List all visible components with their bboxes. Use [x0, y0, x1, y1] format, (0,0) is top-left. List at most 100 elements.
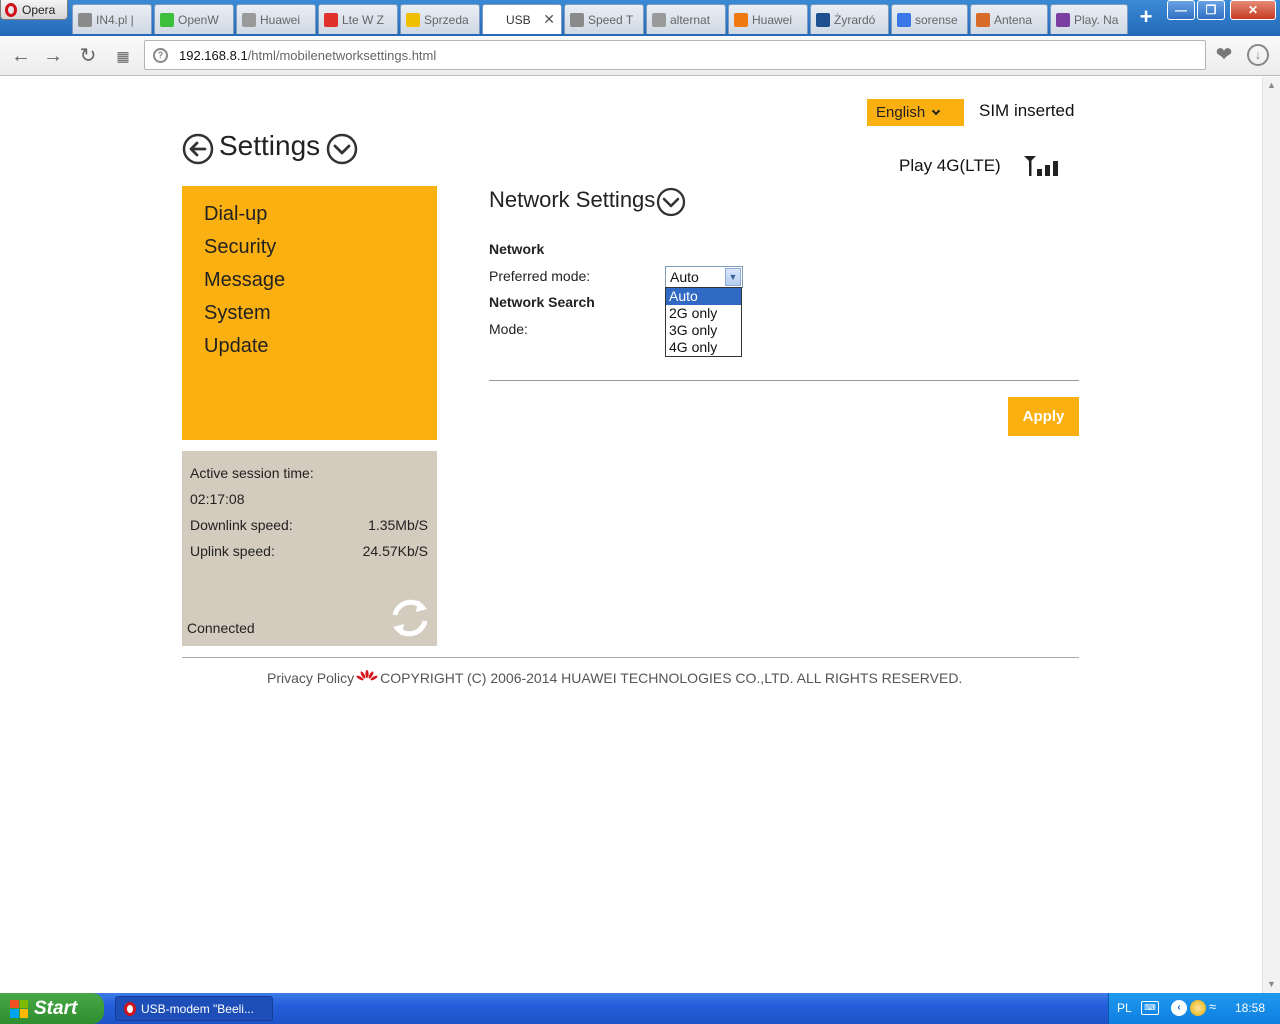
back-arrow-icon[interactable]: ← [8, 43, 34, 69]
option-auto[interactable]: Auto [666, 288, 741, 305]
preferred-mode-options: Auto 2G only 3G only 4G only [665, 287, 742, 357]
browser-tab[interactable]: Play. Na [1050, 4, 1128, 34]
stash-heart-icon[interactable]: ❤ [1212, 43, 1236, 67]
apply-button[interactable]: Apply [1008, 397, 1079, 436]
tab-favicon-icon [734, 12, 748, 27]
sidebar-item-system[interactable]: System [204, 302, 271, 325]
huawei-logo-icon [356, 670, 378, 681]
new-tab-plus-icon[interactable]: + [1134, 6, 1158, 30]
browser-tab[interactable]: Antena [970, 4, 1048, 34]
tray-expand-icon[interactable]: ‹ [1171, 1000, 1187, 1016]
privacy-policy-link[interactable]: Privacy Policy [267, 670, 354, 686]
tab-label: Speed T [588, 12, 634, 27]
language-selector[interactable]: English [867, 99, 964, 126]
sidebar-item-security[interactable]: Security [204, 236, 276, 259]
dropdown-arrow-icon[interactable]: ▼ [725, 268, 741, 286]
tab-label: Antena [994, 12, 1033, 27]
footer-divider [182, 657, 1079, 658]
scroll-up-icon[interactable]: ▲ [1263, 77, 1280, 94]
network-heading: Network [489, 241, 545, 257]
tab-favicon-icon [897, 12, 911, 27]
input-language[interactable]: PL [1117, 1001, 1132, 1015]
downlink-value: 1.35Mb/S [368, 517, 428, 533]
signal-strength-icon [1024, 156, 1058, 176]
speed-dial-grid-icon[interactable]: ▦ [110, 43, 136, 69]
tab-label: USB [506, 12, 531, 27]
sidebar-item-dial-up[interactable]: Dial-up [204, 203, 267, 226]
connect-refresh-icon[interactable] [387, 595, 433, 641]
browser-tab[interactable]: Huawei [728, 4, 808, 34]
tab-label: Sprzeda [424, 12, 469, 27]
windows-flag-icon [10, 999, 28, 1018]
browser-tab[interactable]: Speed T [564, 4, 644, 34]
address-toolbar: ← → ↻ ▦ ? 192.168.8.1/html/mobilenetwork… [0, 36, 1280, 76]
browser-tab-bar: Opera IN4.pl | OpenW Huawei Lte W Z Sprzeda U… [0, 0, 1280, 36]
tray-app-icon[interactable] [1190, 1000, 1206, 1016]
reload-icon[interactable]: ↻ [75, 43, 101, 69]
windows-taskbar: Start USB-modem "Beeli... PL ⌨ ‹ ≈ 18:58 [0, 993, 1280, 1024]
tab-favicon-icon [406, 12, 420, 27]
option-4g-only[interactable]: 4G only [666, 339, 741, 356]
tab-favicon-icon [488, 12, 502, 27]
minimize-window-icon[interactable]: — [1167, 0, 1195, 20]
tab-label: Huawei [260, 12, 301, 27]
browser-tab[interactable]: sorense [891, 4, 968, 34]
tab-favicon-icon [570, 12, 584, 27]
browser-tab[interactable]: Huawei [236, 4, 316, 34]
scroll-down-icon[interactable]: ▼ [1263, 976, 1280, 993]
browser-tab[interactable]: USB ✕ [482, 4, 562, 34]
preferred-mode-select[interactable]: Auto ▼ [665, 266, 743, 288]
keyboard-icon[interactable]: ⌨ [1141, 1001, 1159, 1015]
downlink-label: Downlink speed: [190, 517, 293, 533]
form-divider [489, 380, 1079, 381]
start-button[interactable]: Start [0, 993, 104, 1024]
connection-status-panel: Active session time: 02:17:08 Downlink s… [182, 451, 437, 646]
taskbar-item-label: USB-modem "Beeli... [141, 1001, 254, 1016]
taskbar-item-opera[interactable]: USB-modem "Beeli... [115, 996, 273, 1021]
connection-status: Connected [187, 620, 255, 636]
browser-tab[interactable]: Lte W Z [318, 4, 398, 34]
preferred-mode-value: Auto [670, 269, 699, 285]
tab-favicon-icon [242, 12, 256, 27]
tab-label: Huawei [752, 12, 793, 27]
network-settings-chevron-down-icon[interactable] [656, 187, 686, 217]
opera-menu-button[interactable]: Opera [0, 0, 68, 20]
tab-label: alternat [670, 12, 711, 27]
browser-tab[interactable]: Sprzeda [400, 4, 480, 34]
web-page: English SIM inserted Play 4G(LTE) Settin… [0, 77, 1262, 993]
tab-label: Play. Na [1074, 12, 1119, 27]
browser-tab[interactable]: alternat [646, 4, 726, 34]
option-2g-only[interactable]: 2G only [666, 305, 741, 322]
network-search-heading: Network Search [489, 294, 595, 310]
url-host: 192.168.8.1 [179, 47, 248, 63]
tab-favicon-icon [324, 12, 338, 27]
tab-close-icon[interactable]: ✕ [543, 11, 555, 28]
page-footer: Privacy Policy COPYRIGHT (C) 2006-2014 H… [267, 670, 962, 686]
browser-tab[interactable]: OpenW [154, 4, 234, 34]
downloads-icon[interactable]: ↓ [1247, 44, 1269, 66]
tab-label: sorense [915, 12, 958, 27]
network-tray-icon[interactable]: ≈ [1209, 999, 1227, 1017]
tab-favicon-icon [976, 12, 990, 27]
sidebar-item-update[interactable]: Update [204, 335, 269, 358]
browser-tab[interactable]: IN4.pl | [72, 4, 152, 34]
language-label: English [876, 104, 926, 121]
back-circle-arrow-icon[interactable] [182, 133, 214, 165]
tab-label: OpenW [178, 12, 219, 27]
forward-arrow-icon[interactable]: → [40, 43, 66, 69]
sidebar-item-message[interactable]: Message [204, 269, 285, 292]
settings-chevron-down-icon[interactable] [326, 133, 358, 165]
page-scrollbar[interactable]: ▲ ▼ [1262, 77, 1280, 993]
page-title: Settings [219, 130, 321, 161]
network-settings-title: Network Settings [489, 187, 656, 212]
restore-window-icon[interactable]: ❐ [1197, 0, 1225, 20]
site-info-icon[interactable]: ? [153, 48, 168, 63]
address-bar[interactable]: ? 192.168.8.1/html/mobilenetworksettings… [144, 40, 1206, 70]
tab-label: Żyrardó [834, 12, 876, 27]
tab-label: Lte W Z [342, 12, 385, 27]
option-3g-only[interactable]: 3G only [666, 322, 741, 339]
browser-tab[interactable]: Żyrardó [810, 4, 889, 34]
preferred-mode-label: Preferred mode: [489, 268, 591, 284]
tab-favicon-icon [1056, 12, 1070, 27]
close-window-icon[interactable]: ✕ [1230, 0, 1276, 20]
